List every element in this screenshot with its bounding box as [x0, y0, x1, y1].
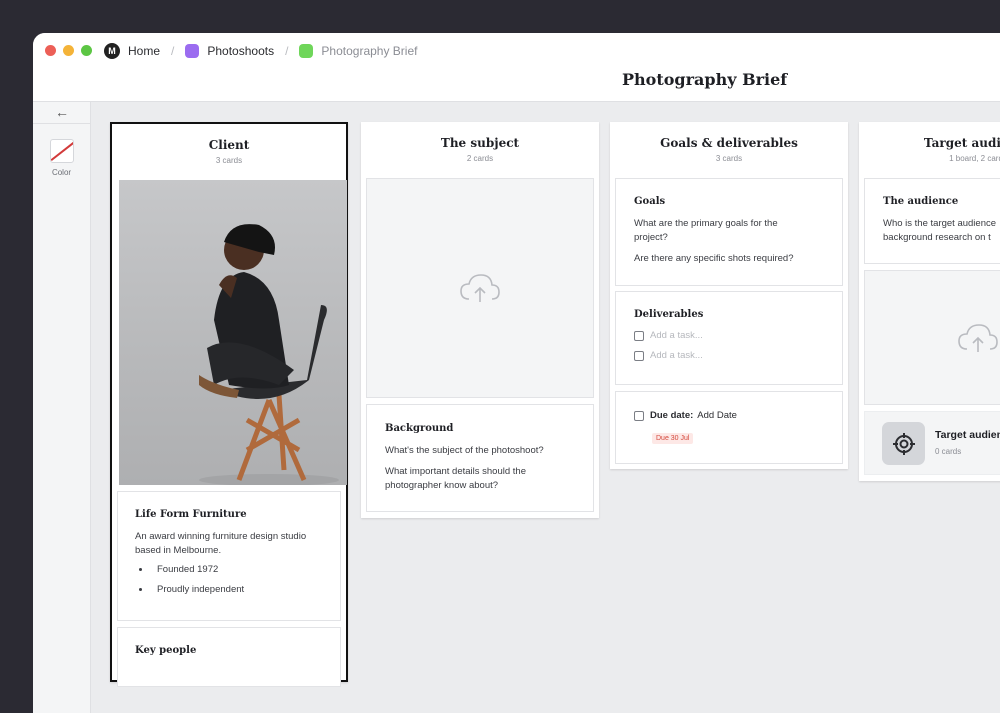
minimize-window-button[interactable] [63, 45, 74, 56]
breadcrumb-home-label: Home [128, 44, 161, 58]
client-photo[interactable] [119, 180, 347, 485]
column-card-count: 3 cards [215, 156, 243, 165]
page-title: Photography Brief [622, 70, 788, 89]
column-goals-deliverables[interactable]: Goals & deliverables 3 cards Goals What … [610, 122, 848, 469]
due-date-row[interactable]: Due date: Add Date [634, 410, 824, 421]
column-title: Target audience [923, 136, 1000, 150]
card-text: What are the primary goals for the [634, 218, 778, 229]
board-title: Target audience [935, 429, 1000, 441]
column-header: Goals & deliverables 3 cards [610, 122, 848, 177]
breadcrumb-photoshoots-label: Photoshoots [207, 44, 275, 58]
task-item[interactable]: Add a task... [634, 330, 824, 341]
column-title: Goals & deliverables [660, 136, 798, 150]
person-on-chair-image [199, 224, 339, 485]
add-date-link[interactable]: Add Date [697, 410, 737, 421]
color-tool-label: Color [51, 168, 72, 177]
app-window: M Home / Photoshoots / Photography Brief… [33, 33, 1000, 713]
column-header: Client 3 cards [112, 124, 346, 179]
card-text: What's the subject of the photoshoot? [385, 445, 544, 456]
card-text: What important details should the [385, 466, 526, 477]
card-title: Goals [634, 196, 666, 207]
task-item[interactable]: Add a task... [634, 350, 824, 361]
card-text: Are there any specific shots required? [634, 253, 794, 264]
breadcrumb-home[interactable]: M Home [104, 43, 160, 59]
column-target-audience[interactable]: Target audience 1 board, 2 cards The aud… [859, 122, 1000, 481]
top-bar: M Home / Photoshoots / Photography Brief… [33, 33, 1000, 102]
logo-icon: M [104, 43, 120, 59]
card-title: The audience [883, 196, 959, 207]
column-card-count: 2 cards [466, 154, 494, 163]
column-the-subject[interactable]: The subject 2 cards Background What's th… [361, 122, 599, 518]
bullet-item: Proudly independent [151, 584, 323, 595]
card-background[interactable]: Background What's the subject of the pho… [366, 404, 594, 512]
breadcrumb-current-label: Photography Brief [321, 44, 418, 58]
breadcrumb: M Home / Photoshoots / Photography Brief [104, 43, 417, 59]
card-title: Key people [135, 645, 197, 656]
column-title: Client [208, 138, 250, 152]
tool-sidebar: ← Color [33, 102, 91, 713]
board-color-icon [185, 44, 200, 58]
board-card-count: 0 cards [935, 447, 962, 456]
column-header: Target audience 1 board, 2 cards [859, 122, 1000, 177]
card-title: Life Form Furniture [135, 509, 247, 520]
due-date-label: Due date: [650, 410, 694, 421]
card-goals[interactable]: Goals What are the primary goals for the… [615, 178, 843, 286]
task-checkbox[interactable] [634, 350, 644, 361]
back-arrow-icon[interactable]: ← [55, 104, 69, 120]
task-placeholder[interactable]: Add a task... [650, 330, 703, 341]
card-text: photographer know about? [385, 480, 499, 491]
breadcrumb-photoshoots[interactable]: Photoshoots [185, 44, 274, 58]
column-title: The subject [440, 136, 520, 150]
column-client[interactable]: Client 3 cards Life Form Furniture An aw… [110, 122, 348, 687]
card-text: project? [634, 232, 668, 243]
card-life-form-furniture[interactable]: Life Form Furniture An award winning fur… [117, 491, 341, 621]
column-card-count: 3 cards [715, 154, 743, 163]
card-key-people[interactable]: Key people [117, 627, 341, 687]
due-date-checkbox[interactable] [634, 410, 644, 421]
bullet-list: Founded 1972 Proudly independent [135, 564, 323, 595]
card-text: Who is the target audience [883, 218, 997, 229]
card-text: An award winning furniture design studio [135, 531, 307, 542]
card-title: Deliverables [634, 309, 704, 320]
card-text: background research on t [883, 232, 991, 243]
due-date-badge: Due 30 Jul [652, 433, 694, 444]
card-deliverables[interactable]: Deliverables Add a task... Add a task... [615, 291, 843, 385]
upload-dropzone[interactable] [366, 178, 594, 398]
card-text: based in Melbourne. [135, 545, 222, 556]
task-checkbox[interactable] [634, 330, 644, 341]
breadcrumb-separator: / [171, 44, 175, 58]
breadcrumb-separator: / [285, 44, 289, 58]
card-title: Background [385, 423, 454, 434]
board-target-audience[interactable]: Target audience 0 cards [864, 411, 1000, 475]
card-due-date[interactable]: Due date: Add Date Due 30 Jul [615, 391, 843, 464]
cloud-upload-icon [958, 323, 998, 352]
task-placeholder[interactable]: Add a task... [650, 350, 703, 361]
upload-dropzone[interactable] [864, 270, 1000, 405]
cloud-upload-icon [460, 274, 500, 302]
column-card-count: 1 board, 2 cards [949, 154, 1000, 163]
close-window-button[interactable] [45, 45, 56, 56]
bullet-item: Founded 1972 [151, 564, 323, 575]
board-color-icon [299, 44, 314, 58]
breadcrumb-current[interactable]: Photography Brief [299, 44, 417, 58]
target-icon [892, 432, 915, 455]
board-icon-tile [882, 422, 925, 465]
maximize-window-button[interactable] [81, 45, 92, 56]
sidebar-divider [33, 123, 90, 124]
card-the-audience[interactable]: The audience Who is the target audience … [864, 178, 1000, 264]
window-controls [45, 45, 92, 56]
column-header: The subject 2 cards [361, 122, 599, 177]
color-swatch-icon[interactable] [50, 139, 74, 163]
